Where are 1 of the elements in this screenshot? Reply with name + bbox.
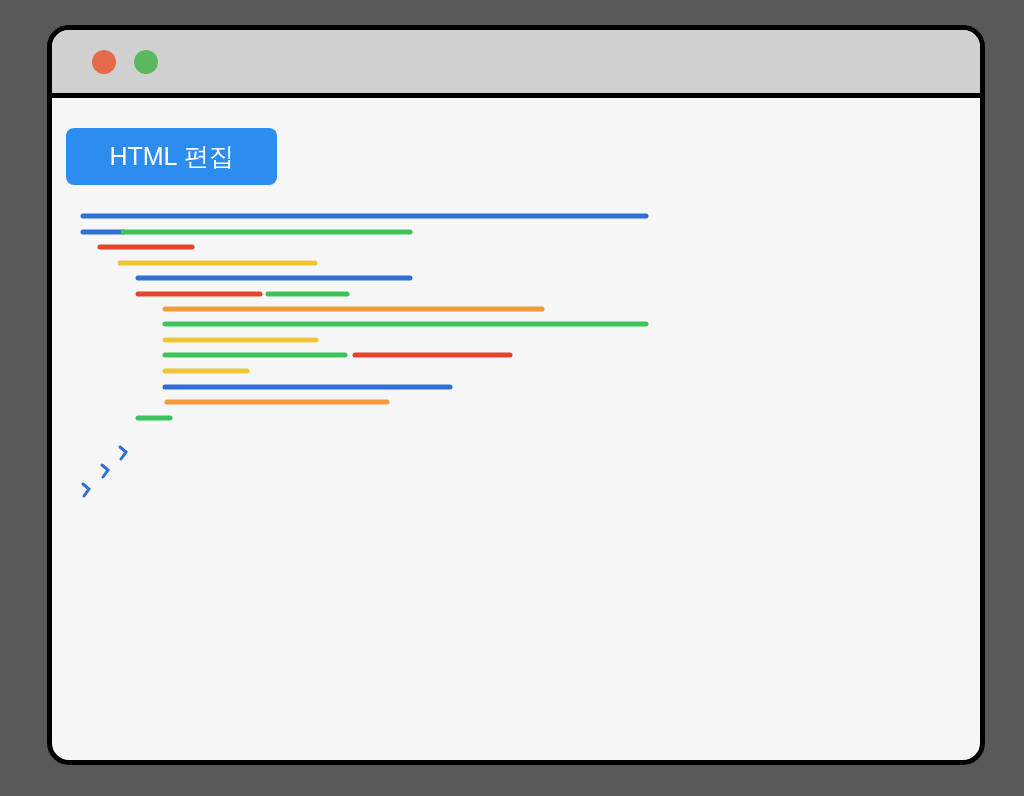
edit-html-button[interactable]: HTML 편집 xyxy=(66,128,277,185)
